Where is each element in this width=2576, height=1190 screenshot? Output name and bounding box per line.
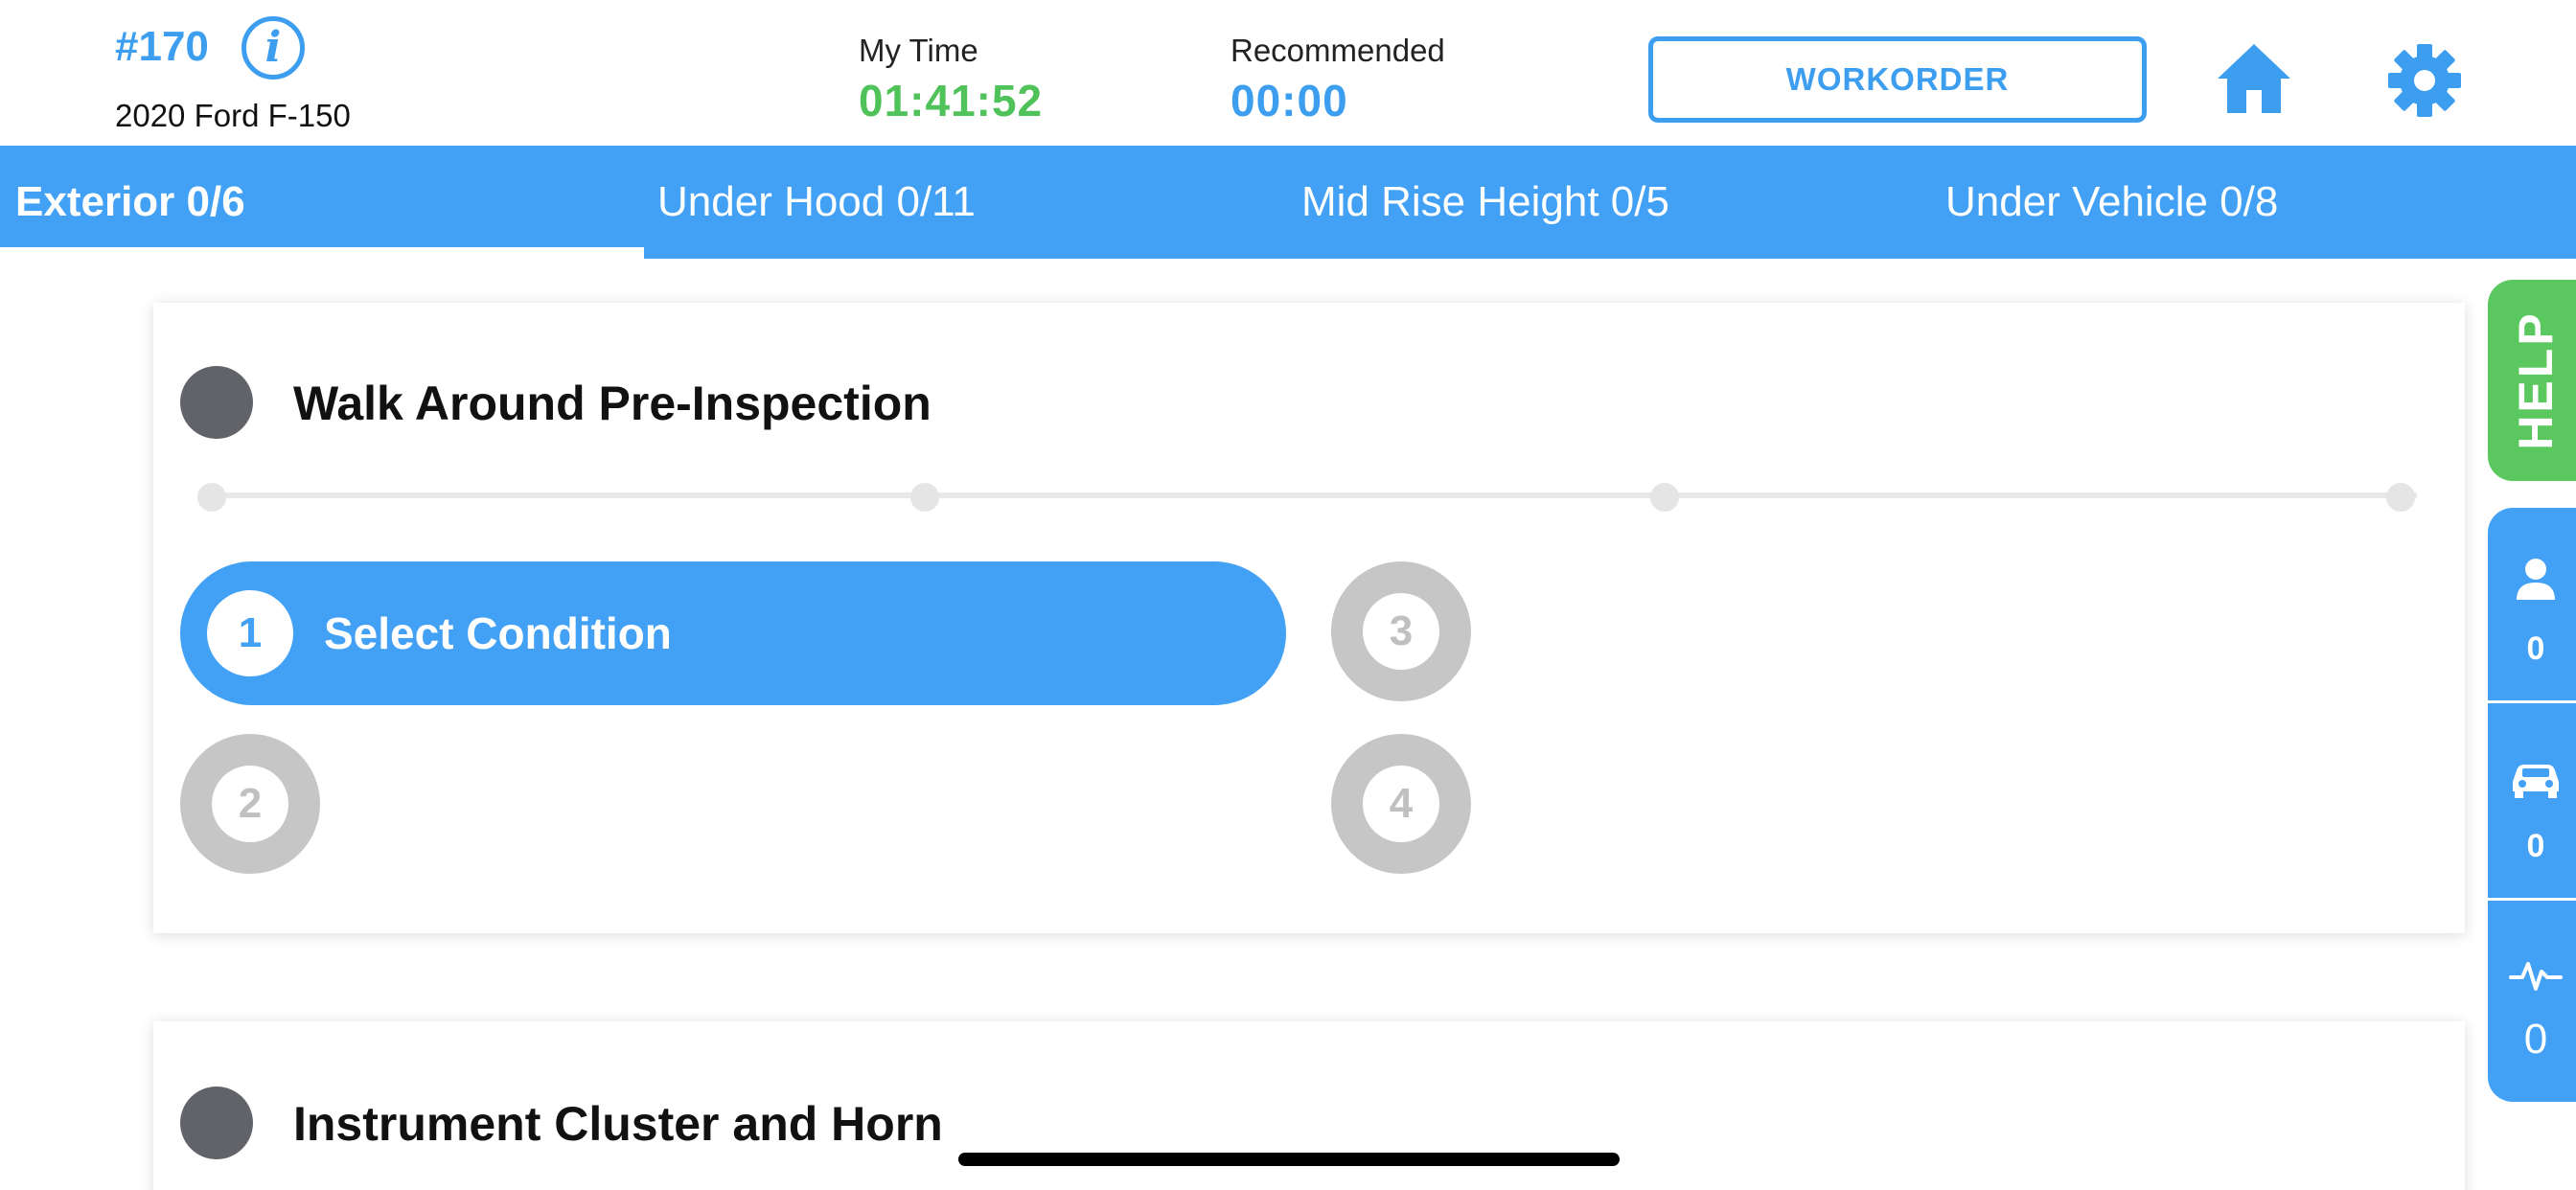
home-icon[interactable] (2216, 42, 2292, 115)
step-label: Select Condition (324, 608, 672, 658)
workorder-button[interactable]: WORKORDER (1648, 36, 2147, 123)
card-title: Walk Around Pre-Inspection (293, 377, 932, 430)
step-number: 4 (1363, 766, 1439, 842)
recommended-label: Recommended (1230, 33, 1445, 68)
tab-mid-rise-height[interactable]: Mid Rise Height 0/5 (1301, 146, 1669, 259)
step-4-button[interactable]: 4 (1331, 734, 1471, 874)
app-screen: #170 i 2020 Ford F-150 My Time 01:41:52 … (0, 0, 2576, 1190)
my-time-value: 01:41:52 (859, 76, 1044, 126)
step-1-select-condition-button[interactable]: 1 Select Condition (180, 561, 1286, 705)
health-button[interactable]: 0 (2488, 903, 2576, 1098)
side-count: 0 (2526, 630, 2545, 667)
progress-dot (197, 483, 226, 512)
progress-dot (910, 483, 939, 512)
progress-track (213, 492, 2417, 498)
vehicle-name: 2020 Ford F-150 (115, 98, 351, 133)
help-label: HELP (2509, 310, 2563, 450)
home-indicator-bar[interactable] (958, 1153, 1620, 1166)
status-dot (180, 366, 253, 439)
tab-exterior[interactable]: Exterior 0/6 (15, 146, 245, 259)
step-3-button[interactable]: 3 (1331, 561, 1471, 701)
side-count: 0 (2526, 828, 2545, 864)
step-number: 3 (1363, 593, 1439, 670)
info-icon[interactable]: i (242, 16, 305, 80)
tab-under-hood[interactable]: Under Hood 0/11 (657, 146, 976, 259)
step-number: 2 (212, 766, 288, 842)
workorder-number: #170 (115, 23, 209, 70)
side-count: 0 (2523, 1016, 2548, 1063)
help-button[interactable]: HELP (2488, 280, 2576, 481)
step-number: 1 (207, 590, 293, 676)
active-tab-indicator (0, 247, 644, 259)
progress-dot (2386, 483, 2415, 512)
person-icon (2517, 559, 2555, 600)
header: #170 i 2020 Ford F-150 My Time 01:41:52 … (0, 0, 2576, 146)
card-title: Instrument Cluster and Horn (293, 1097, 943, 1151)
side-panel: 0 0 0 (2488, 508, 2576, 1102)
gear-icon[interactable] (2386, 42, 2463, 119)
step-2-button[interactable]: 2 (180, 734, 320, 874)
vehicle-findings-button[interactable]: 0 (2488, 705, 2576, 901)
recommended-value: 00:00 (1230, 76, 1348, 126)
progress-dot (1650, 483, 1679, 512)
status-dot (180, 1087, 253, 1159)
tab-under-vehicle[interactable]: Under Vehicle 0/8 (1945, 146, 2278, 259)
category-tabs: Exterior 0/6 Under Hood 0/11 Mid Rise He… (0, 146, 2576, 259)
pulse-icon (2509, 962, 2563, 991)
car-icon (2513, 765, 2559, 798)
inspection-card: Walk Around Pre-Inspection 1 Select Cond… (153, 303, 2465, 933)
my-time-label: My Time (859, 33, 978, 68)
customer-concerns-button[interactable]: 0 (2488, 508, 2576, 703)
